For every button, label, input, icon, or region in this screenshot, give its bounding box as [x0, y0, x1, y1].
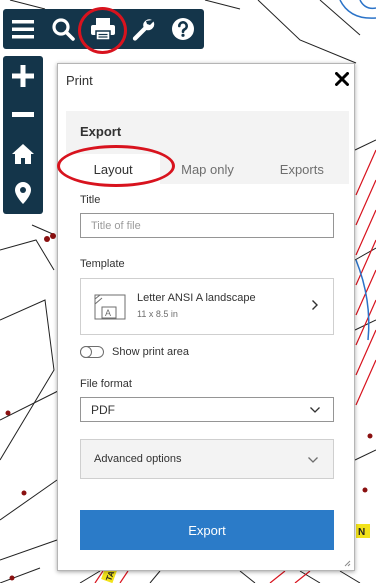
show-print-area-label: Show print area: [112, 346, 190, 358]
wrench-icon: [132, 19, 155, 41]
locate-icon: [15, 181, 31, 204]
zoom-out-icon: [12, 111, 34, 117]
tab-map-only[interactable]: Map only: [160, 154, 254, 184]
print-button[interactable]: [83, 9, 123, 49]
svg-text:A: A: [105, 308, 111, 318]
title-label: Title: [80, 194, 101, 206]
chevron-down-icon: [310, 407, 320, 413]
export-section: Export Layout Map only Exports: [66, 111, 349, 184]
resize-grip-icon[interactable]: [343, 559, 351, 567]
menu-button[interactable]: [3, 9, 43, 49]
close-icon: [335, 72, 349, 86]
export-tabs: Layout Map only Exports: [66, 154, 349, 184]
file-format-select[interactable]: PDF: [80, 397, 334, 422]
show-print-area-toggle[interactable]: Show print area: [80, 344, 335, 360]
tab-layout[interactable]: Layout: [66, 154, 161, 184]
search-button[interactable]: [43, 9, 83, 49]
file-format-value: PDF: [91, 402, 115, 417]
print-panel: Print Export Layout Map only Exports Tit…: [57, 63, 355, 571]
zoom-navbar: [3, 56, 43, 214]
template-label: Template: [80, 258, 125, 270]
locate-button[interactable]: [3, 173, 43, 212]
layout-form: Title Title of file Template A Letter AN…: [80, 194, 335, 479]
print-icon: [91, 18, 115, 41]
advanced-options-label: Advanced options: [94, 453, 182, 465]
chevron-right-icon: [312, 300, 318, 310]
zoom-in-button[interactable]: [3, 56, 43, 95]
template-size: 11 x 8.5 in: [137, 309, 178, 319]
zoom-out-button[interactable]: [3, 95, 43, 134]
home-button[interactable]: [3, 134, 43, 173]
close-button[interactable]: [332, 69, 352, 89]
tab-exports[interactable]: Exports: [255, 154, 349, 184]
help-button[interactable]: [163, 9, 203, 49]
help-icon: [172, 18, 194, 40]
map-label-n: N: [358, 527, 365, 538]
panel-title: Print: [66, 73, 93, 88]
advanced-options-toggle[interactable]: Advanced options: [80, 439, 334, 479]
chevron-down-icon: [308, 457, 318, 463]
toggle-switch[interactable]: [80, 346, 104, 358]
tools-button[interactable]: [123, 9, 163, 49]
title-input[interactable]: Title of file: [80, 213, 334, 238]
template-selector[interactable]: A Letter ANSI A landscape 11 x 8.5 in: [80, 278, 334, 335]
search-icon: [52, 18, 75, 41]
template-name: Letter ANSI A landscape: [137, 292, 256, 304]
export-button[interactable]: Export: [80, 510, 334, 550]
menu-icon: [12, 20, 34, 39]
layout-page-icon: A: [94, 294, 126, 320]
zoom-in-icon: [12, 64, 34, 87]
file-format-label: File format: [80, 378, 132, 390]
export-heading: Export: [80, 124, 122, 139]
home-icon: [12, 143, 34, 164]
top-toolbar: [3, 9, 204, 49]
